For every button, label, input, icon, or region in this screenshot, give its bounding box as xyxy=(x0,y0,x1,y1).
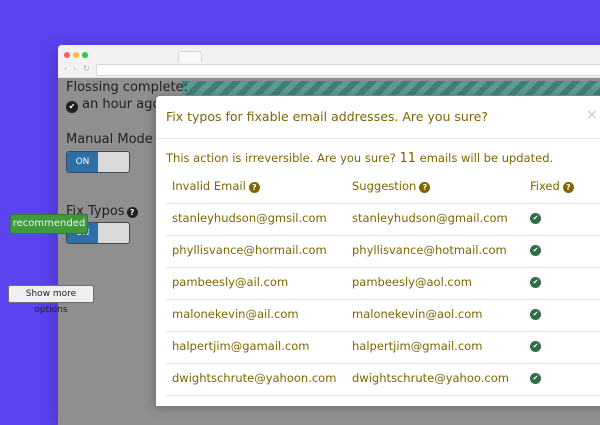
column-header-text: Fixed xyxy=(530,179,560,193)
suggestion-cell: pambeesly@aol.com xyxy=(352,275,472,289)
flossing-time-text: an hour ago xyxy=(82,97,161,112)
question-circle-icon[interactable]: ? xyxy=(126,207,138,218)
check-circle-icon: ✔ xyxy=(530,341,541,352)
suggestion-cell: malonekevin@aol.com xyxy=(352,307,483,321)
invalid-email-cell: stanleyhudson@gmsil.com xyxy=(172,211,327,225)
back-arrow-icon[interactable]: ‹ xyxy=(64,64,67,74)
check-circle-icon: ✔ xyxy=(530,373,541,384)
invalid-email-cell: halpertjim@gamail.com xyxy=(172,339,310,353)
row-divider xyxy=(166,235,600,236)
emails-count: 11 xyxy=(399,151,416,166)
row-divider xyxy=(166,363,600,364)
flossing-time: ✔ an hour ago xyxy=(66,97,160,113)
row-divider xyxy=(166,331,600,332)
check-circle-icon: ✔ xyxy=(530,277,541,288)
maximize-window-button[interactable] xyxy=(82,52,88,58)
recommended-badge: recommended xyxy=(10,214,88,234)
close-window-button[interactable] xyxy=(64,52,70,58)
progress-bar-striped xyxy=(182,81,600,95)
row-divider xyxy=(166,395,600,396)
close-icon[interactable]: × xyxy=(586,107,598,123)
irreversible-warning: This action is irreversible. Are you sur… xyxy=(166,151,553,166)
show-more-options-button[interactable]: Show more options xyxy=(8,285,94,315)
new-tab-button[interactable] xyxy=(178,51,202,62)
flossing-complete-label: Flossing complete: xyxy=(66,80,188,95)
manual-mode-on-state: ON xyxy=(67,152,98,172)
modal-title: Fix typos for fixable email addresses. A… xyxy=(166,109,489,124)
forward-arrow-icon[interactable]: › xyxy=(73,64,76,74)
suggestion-cell: halpertjim@gmail.com xyxy=(352,339,483,353)
modal-header: Fix typos for fixable email addresses. A… xyxy=(156,96,600,139)
invalid-email-cell: dwightschrute@yahoon.com xyxy=(172,371,337,385)
column-header-fixed: Fixed? xyxy=(530,179,574,193)
invalid-email-cell: pambeesly@ail.com xyxy=(172,275,289,289)
invalid-email-cell: malonekevin@ail.com xyxy=(172,307,299,321)
question-circle-icon[interactable]: ? xyxy=(419,182,431,193)
check-circle-icon: ✔ xyxy=(66,101,78,113)
suggestion-cell: stanleyhudson@gmail.com xyxy=(352,211,508,225)
column-header-invalid-email: Invalid Email? xyxy=(172,179,260,193)
question-circle-icon[interactable]: ? xyxy=(562,182,574,193)
warning-prefix: This action is irreversible. Are you sur… xyxy=(166,151,396,165)
question-circle-icon[interactable]: ? xyxy=(248,182,260,193)
check-circle-icon: ✔ xyxy=(530,213,541,224)
suggestion-cell: dwightschrute@yahoo.com xyxy=(352,371,509,385)
minimize-window-button[interactable] xyxy=(73,52,79,58)
manual-mode-toggle[interactable]: ON xyxy=(66,151,130,173)
row-divider xyxy=(166,203,600,204)
invalid-email-cell: phyllisvance@hormail.com xyxy=(172,243,327,257)
check-circle-icon: ✔ xyxy=(530,245,541,256)
browser-chrome: ‹ › ↻ xyxy=(58,45,600,78)
column-header-text: Invalid Email xyxy=(172,179,246,193)
row-divider xyxy=(166,299,600,300)
row-divider xyxy=(166,267,600,268)
warning-suffix: emails will be updated. xyxy=(419,151,554,165)
suggestion-cell: phyllisvance@hotmail.com xyxy=(352,243,507,257)
column-header-suggestion: Suggestion? xyxy=(352,179,431,193)
reload-icon[interactable]: ↻ xyxy=(83,64,90,74)
manual-mode-label: Manual Mode xyxy=(66,132,153,147)
fix-typos-modal: Fix typos for fixable email addresses. A… xyxy=(156,96,600,406)
column-header-text: Suggestion xyxy=(352,179,417,193)
address-bar[interactable] xyxy=(96,64,600,76)
check-circle-icon: ✔ xyxy=(530,309,541,320)
